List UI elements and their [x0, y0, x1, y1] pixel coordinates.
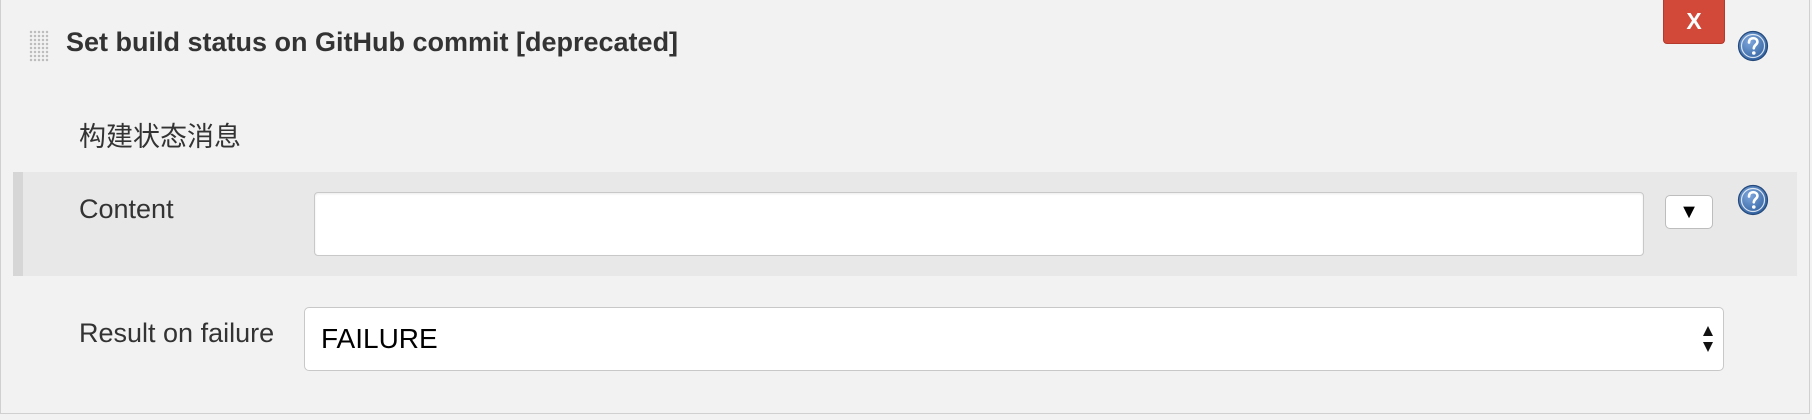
drag-handle-icon[interactable] — [29, 30, 49, 62]
build-step-panel: Set build status on GitHub commit [depre… — [0, 0, 1810, 414]
help-icon[interactable] — [1737, 184, 1769, 216]
expand-textarea-button[interactable]: ▼ — [1665, 195, 1713, 229]
select-arrows-icon — [1703, 326, 1713, 352]
help-icon[interactable] — [1737, 30, 1769, 62]
delete-step-button[interactable]: X — [1663, 0, 1725, 44]
build-status-message-heading: 构建状态消息 — [79, 122, 241, 152]
result-on-failure-value: FAILURE — [321, 323, 438, 354]
result-on-failure-label: Result on failure — [79, 318, 275, 348]
section-title: Set build status on GitHub commit [depre… — [66, 27, 679, 57]
result-on-failure-select[interactable]: FAILURE — [304, 307, 1724, 371]
chevron-down-icon: ▼ — [1679, 200, 1699, 223]
content-label: Content — [79, 194, 174, 224]
content-input[interactable] — [314, 192, 1644, 256]
